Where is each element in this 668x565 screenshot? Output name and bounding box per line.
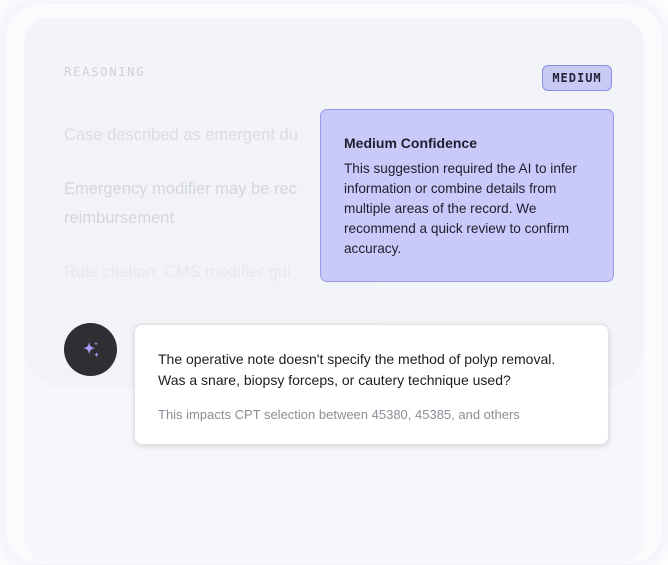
confidence-tooltip: Medium Confidence This suggestion requir… bbox=[320, 109, 614, 282]
main-panel: REASONING Case described as emergent du … bbox=[24, 18, 644, 563]
question-note: This impacts CPT selection between 45380… bbox=[158, 407, 520, 422]
confidence-badge[interactable]: MEDIUM bbox=[542, 65, 612, 91]
tooltip-body: This suggestion required the AI to infer… bbox=[344, 161, 577, 256]
sparkle-icon bbox=[82, 341, 99, 357]
reasoning-label: REASONING bbox=[64, 64, 146, 79]
reasoning-line-2: Emergency modifier may be rec reimbursem… bbox=[64, 180, 297, 227]
stage: REASONING Case described as emergent du … bbox=[0, 0, 668, 565]
question-text: The operative note doesn't specify the m… bbox=[158, 351, 556, 388]
tooltip-title: Medium Confidence bbox=[344, 135, 478, 151]
question-card[interactable]: The operative note doesn't specify the m… bbox=[134, 324, 609, 445]
assistant-avatar bbox=[64, 323, 117, 376]
